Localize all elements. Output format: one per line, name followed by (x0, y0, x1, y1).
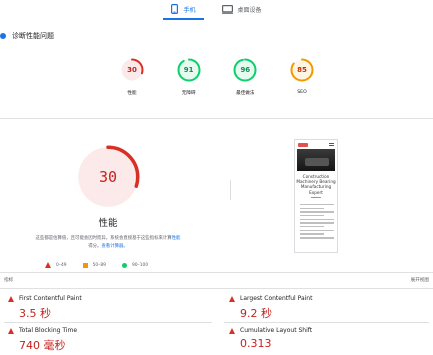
diagnose-label: 诊断性能问题 (12, 32, 54, 40)
tab-desktop-label: 桌面设备 (237, 6, 262, 14)
score-legend: 0–49 50–89 90–100 (45, 262, 148, 268)
square-icon (82, 262, 88, 268)
metric-value: 3.5 秒 (19, 307, 51, 320)
gauge-score: 96 (240, 66, 251, 74)
category-gauges: 30 性能 91 无障碍 96 最佳做法 85 SEO (112, 58, 322, 96)
gauge-ring: 30 (120, 58, 144, 82)
gauge-label: SEO (297, 90, 307, 95)
calculator-link[interactable]: 查看计算器。 (101, 244, 127, 249)
triangle-icon (8, 295, 14, 302)
metric-cls: Cumulative Layout Shift 0.313 (229, 327, 312, 350)
tab-mobile-label: 手机 (183, 6, 196, 14)
page-screenshot-thumbnail[interactable]: Construction Machinery Bearing Manufactu… (294, 139, 338, 253)
thumb-hero-image (297, 149, 335, 171)
gauge-label: 最佳做法 (236, 91, 255, 96)
gauge-performance[interactable]: 30 性能 (112, 58, 152, 96)
tab-desktop[interactable]: 桌面设备 (220, 1, 264, 17)
gauge-accessibility[interactable]: 91 无障碍 (169, 58, 209, 96)
divider (0, 272, 433, 273)
metric-value: 9.2 秒 (240, 307, 272, 320)
divider (0, 118, 433, 119)
metric-value: 740 毫秒 (19, 339, 66, 352)
tab-mobile[interactable]: 手机 (163, 1, 204, 20)
phone-icon (171, 4, 179, 14)
circle-icon (121, 262, 127, 268)
thumb-title: Construction Machinery Bearing Manufactu… (296, 174, 336, 195)
legend-average: 50–89 (82, 262, 106, 268)
triangle-icon (229, 295, 235, 302)
device-tabs: 手机 桌面设备 (0, 0, 433, 20)
gauge-label: 性能 (127, 91, 137, 96)
vertical-divider (230, 180, 231, 200)
gauge-score: 85 (297, 66, 307, 74)
gauge-best-practices[interactable]: 96 最佳做法 (225, 58, 265, 96)
desktop-icon (221, 4, 233, 14)
desc-text-1: 这些都是估算值，且可能会因时而异。系统会直接基于这些指标来计算 (35, 236, 172, 241)
legend-range: 90–100 (131, 262, 149, 268)
triangle-icon (229, 327, 235, 334)
gauge-ring: 91 (177, 58, 201, 82)
logo-icon (298, 142, 308, 147)
performance-score: 30 (98, 168, 118, 186)
diagnose-row[interactable]: 诊断性能问题 (0, 31, 54, 41)
expand-view-toggle[interactable]: 展开视图 (411, 277, 429, 283)
metric-label: First Contentful Paint (19, 295, 82, 302)
metric-fcp: First Contentful Paint 3.5 秒 (8, 295, 82, 321)
metrics-header: 指标 (4, 278, 14, 283)
divider (4, 322, 212, 323)
metric-lcp: Largest Contentful Paint 9.2 秒 (229, 295, 312, 321)
divider (0, 288, 433, 289)
metric-label: Cumulative Layout Shift (240, 327, 313, 334)
performance-description: 这些都是估算值，且可能会因时而异。系统会直接基于这些指标来计算性能 得分。查看计… (0, 235, 216, 251)
divider (224, 322, 429, 323)
performance-link[interactable]: 性能 (172, 236, 181, 241)
triangle-icon (8, 327, 14, 334)
desc-text-2: 得分。 (88, 244, 102, 249)
performance-title: 性能 (98, 218, 118, 229)
metric-label: Total Blocking Time (19, 327, 78, 334)
thumb-text-lines (295, 198, 337, 239)
triangle-icon (45, 262, 51, 268)
thumb-topbar (295, 140, 337, 149)
performance-gauge: 30 (76, 145, 140, 209)
radio-dot-icon (0, 33, 6, 39)
legend-range: 50–89 (92, 262, 106, 268)
metric-value: 0.313 (240, 337, 272, 350)
legend-fail: 0–49 (45, 262, 67, 268)
legend-range: 0–49 (56, 262, 67, 268)
legend-pass: 90–100 (121, 262, 149, 268)
gauge-score: 91 (183, 66, 194, 74)
hamburger-icon (329, 143, 334, 146)
gauge-score: 30 (127, 66, 137, 74)
metric-tbt: Total Blocking Time 740 毫秒 (8, 327, 77, 353)
gauge-ring: 96 (233, 58, 257, 82)
metric-label: Largest Contentful Paint (240, 295, 313, 302)
gauge-ring: 85 (290, 58, 314, 82)
gauge-seo[interactable]: 85 SEO (282, 58, 322, 96)
gauge-label: 无障碍 (181, 91, 196, 96)
